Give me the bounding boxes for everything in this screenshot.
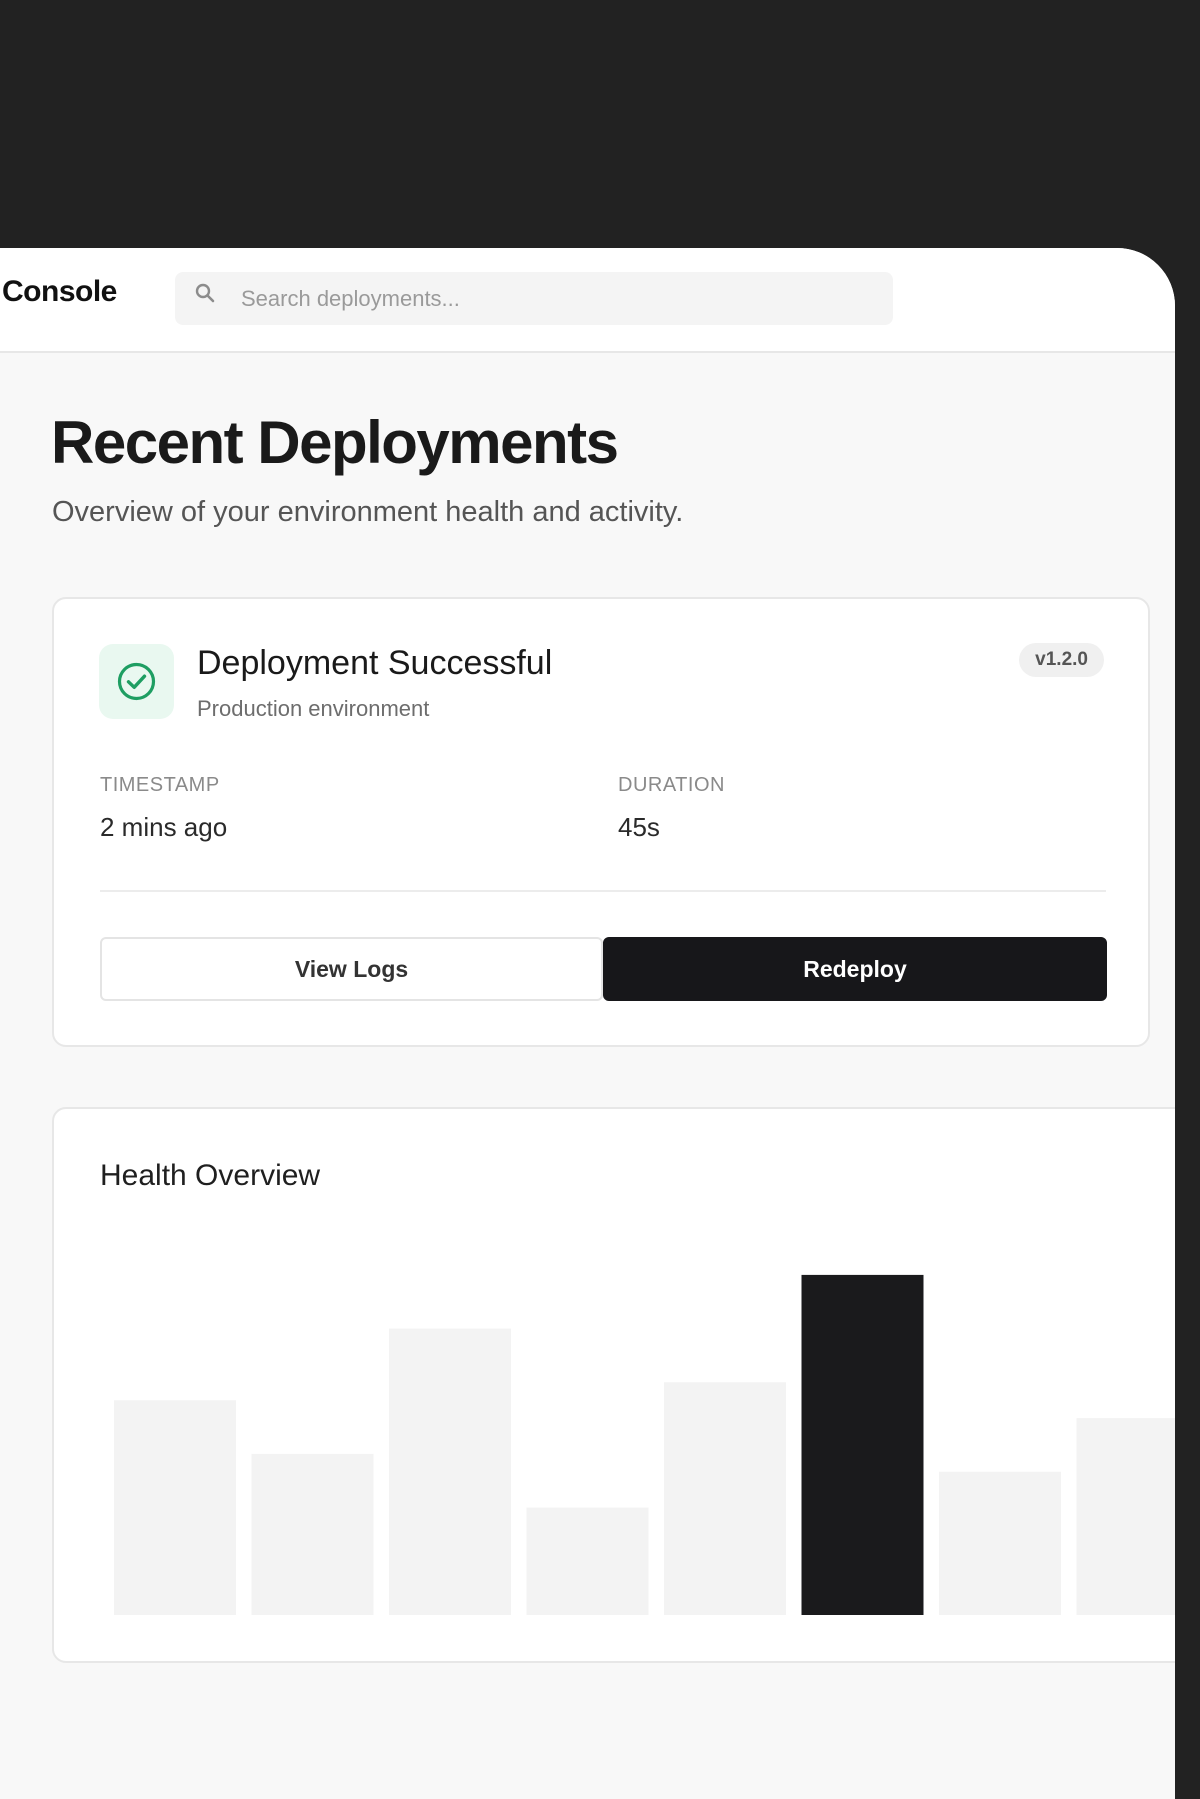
app-brand[interactable]: Console — [2, 275, 117, 309]
card-divider — [100, 890, 1106, 892]
chart-bar[interactable] — [114, 1400, 236, 1615]
duration-label: DURATION — [618, 774, 725, 796]
page-subtitle: Overview of your environment health and … — [52, 496, 684, 528]
timestamp-value: 2 mins ago — [100, 812, 228, 842]
top-bar: Console — [0, 248, 1175, 353]
chart-bar-highlighted[interactable] — [801, 1274, 924, 1615]
version-badge: v1.2.0 — [1019, 643, 1104, 677]
search-box[interactable] — [175, 272, 893, 325]
deployment-environment: Production environment — [197, 696, 430, 721]
page-title: Recent Deployments — [51, 409, 619, 476]
timestamp-label: TIMESTAMP — [100, 774, 220, 796]
health-chart — [114, 1274, 1176, 1615]
view-logs-button[interactable]: View Logs — [100, 937, 603, 1001]
duration-value: 45s — [618, 812, 660, 842]
chart-bar[interactable] — [939, 1471, 1061, 1615]
chart-bar[interactable] — [664, 1382, 786, 1615]
status-icon-container — [99, 644, 174, 719]
chart-bar[interactable] — [526, 1507, 649, 1615]
search-input[interactable] — [241, 272, 861, 325]
console-window: Console Recent Deployments Overview of y… — [0, 248, 1175, 1799]
deployment-status-title: Deployment Successful — [197, 644, 553, 682]
search-icon — [193, 281, 219, 307]
redeploy-button[interactable]: Redeploy — [603, 937, 1107, 1001]
chart-bar[interactable] — [389, 1328, 511, 1615]
deployment-card: Deployment Successful Production environ… — [52, 597, 1150, 1047]
health-overview-card: Health Overview — [52, 1107, 1175, 1663]
chart-bar[interactable] — [251, 1453, 374, 1615]
chart-bar[interactable] — [1076, 1418, 1176, 1615]
